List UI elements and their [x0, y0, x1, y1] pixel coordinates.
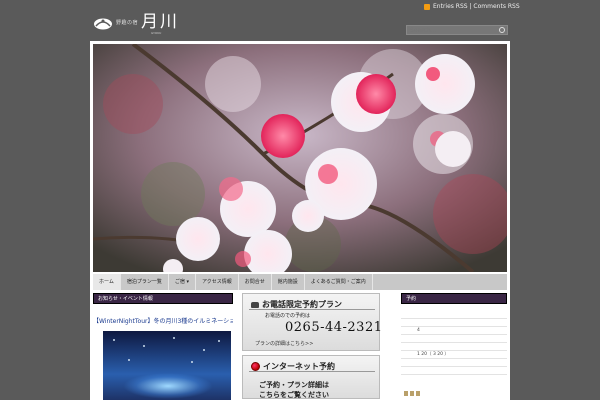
hero-image	[93, 44, 507, 272]
star-dot	[191, 361, 193, 363]
calendar-section-title: 予約	[401, 293, 507, 304]
rss-links[interactable]: Entries RSS | Comments RSS	[424, 3, 520, 10]
decor-icon	[410, 391, 414, 396]
calendar-row	[401, 359, 507, 367]
star-dot	[173, 337, 175, 339]
internet-reservation-banner[interactable]: インターネット予約 ご予約・プラン詳細は こちらをご覧ください	[242, 355, 380, 399]
star-dot	[113, 339, 115, 341]
nav-item-plans[interactable]: 宿泊プラン一覧	[121, 274, 169, 290]
calendar-row	[401, 311, 507, 319]
post-title-link[interactable]: 【WinterNightTour】冬の月川3種のイルミネーションが楽しめます	[93, 316, 233, 325]
rss-icon	[424, 3, 430, 10]
reservation-banners: お電話限定予約プラン お電話のでの予約は 0265-44-2321 プランの詳細…	[242, 293, 382, 400]
calendar-row	[401, 367, 507, 375]
post-thumbnail[interactable]	[103, 331, 231, 400]
nav-item-faq[interactable]: よくあるご質問・ご案内	[305, 274, 373, 290]
banner1-subtext: お電話のでの予約は	[265, 313, 311, 319]
decor-icon	[416, 391, 420, 396]
calendar-row	[401, 335, 507, 343]
calendar-row	[401, 319, 507, 327]
top-bar: 野趣の宿 月川 GYOKU Entries RSS | Comments RSS	[0, 0, 600, 42]
calendar-row	[401, 343, 507, 351]
phone-icon	[251, 301, 259, 308]
logo-title: 月川	[141, 12, 180, 32]
logo-tagline: 野趣の宿	[116, 20, 139, 26]
logo-emblem-icon	[93, 16, 113, 30]
banner-divider	[249, 371, 375, 372]
main-nav: ホーム 宿泊プラン一覧 ご宿 ▾ アクセス情報 お問合せ 館内施設 よくあるご質…	[93, 274, 507, 290]
rss-text[interactable]: Entries RSS | Comments RSS	[433, 3, 520, 10]
nav-item-contact[interactable]: お問合せ	[239, 274, 272, 290]
nav-item-rooms[interactable]: ご宿 ▾	[169, 274, 196, 290]
sidebar-calendar: 予約 4 1 20（ 3 20 ）	[401, 293, 507, 400]
globe-icon	[251, 362, 260, 371]
star-dot	[143, 345, 145, 347]
calendar-row[interactable]: 1 20（ 3 20 ）	[401, 351, 507, 359]
decor-icon	[404, 391, 408, 396]
banner-divider	[249, 309, 375, 310]
banner1-more-link[interactable]: プランの詳細はこちら>>	[255, 340, 313, 347]
star-dot	[218, 340, 220, 342]
star-dot	[203, 349, 205, 351]
phone-number: 0265-44-2321	[285, 320, 383, 335]
calendar-footer-icons	[404, 391, 420, 396]
logo-subtitle: GYOKU	[151, 31, 162, 35]
phone-reservation-banner[interactable]: お電話限定予約プラン お電話のでの予約は 0265-44-2321 プランの詳細…	[242, 293, 383, 351]
main-content: ホーム 宿泊プラン一覧 ご宿 ▾ アクセス情報 お問合せ 館内施設 よくあるご質…	[90, 41, 510, 400]
nav-item-facilities[interactable]: 館内施設	[272, 274, 305, 290]
star-dot	[128, 359, 130, 361]
banner2-line1: ご予約・プラン詳細は	[259, 381, 329, 389]
illumination-glow	[123, 373, 213, 399]
nav-item-access[interactable]: アクセス情報	[196, 274, 239, 290]
search-box[interactable]	[406, 25, 508, 35]
calendar-list: 4 1 20（ 3 20 ）	[401, 311, 507, 375]
banner2-line2: こちらをご覧ください	[259, 391, 329, 399]
news-column: お知らせ・イベント情報 【WinterNightTour】冬の月川3種のイルミネ…	[93, 293, 233, 400]
site-logo[interactable]: 野趣の宿 月川 GYOKU	[93, 12, 180, 35]
nav-item-home[interactable]: ホーム	[93, 274, 121, 290]
search-input[interactable]	[407, 26, 497, 35]
calendar-row[interactable]: 4	[401, 327, 507, 335]
search-icon[interactable]	[499, 27, 505, 33]
news-section-title: お知らせ・イベント情報	[93, 293, 233, 304]
